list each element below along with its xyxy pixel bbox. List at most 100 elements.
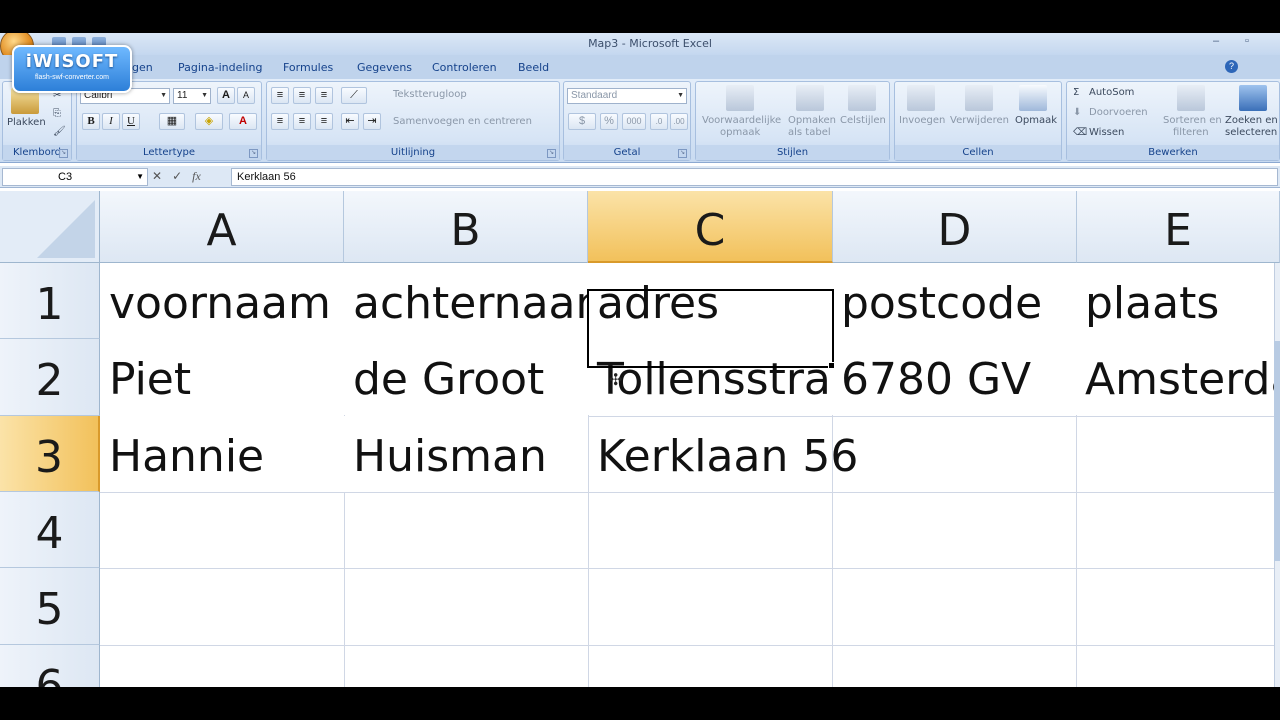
align-center-icon[interactable]: ≡	[293, 113, 311, 130]
fill-handle[interactable]	[828, 362, 835, 369]
wrap-text-button[interactable]: Tekstterugloop	[393, 89, 467, 100]
align-top-icon[interactable]: ≡	[271, 87, 289, 104]
format-cells-icon[interactable]	[1019, 85, 1047, 111]
copy-icon[interactable]: ⎘	[53, 108, 61, 119]
cell-e2[interactable]: Amsterdam	[1076, 339, 1274, 415]
getal-launcher[interactable]: ↘	[678, 149, 687, 158]
sort-filter-icon[interactable]	[1177, 85, 1205, 111]
cell-b2[interactable]: de Groot	[344, 339, 588, 415]
cell-a3[interactable]: Hannie	[100, 416, 344, 492]
sort-filter-button[interactable]: Sorteren en	[1163, 115, 1222, 126]
tab-gegevens[interactable]: Gegevens	[357, 61, 412, 74]
align-right-icon[interactable]: ≡	[315, 113, 333, 130]
delete-button[interactable]: Verwijderen	[950, 115, 1009, 126]
select-all-button[interactable]	[0, 191, 100, 263]
cell-b1[interactable]: achternaam	[344, 263, 588, 339]
currency-icon[interactable]: $	[568, 113, 596, 130]
row-header-3[interactable]: 3	[0, 416, 100, 492]
decrease-indent-icon[interactable]: ⇤	[341, 113, 359, 130]
lettertype-launcher[interactable]: ↘	[249, 149, 258, 158]
cell-c2[interactable]: Tollensstraat	[588, 339, 832, 415]
clear-button[interactable]: Wissen	[1089, 127, 1124, 138]
format-as-table-button[interactable]: Opmaken	[788, 115, 836, 126]
row-header-6[interactable]: 6	[0, 645, 100, 687]
number-format-select[interactable]: Standaard ▼	[567, 88, 687, 104]
tab-formules[interactable]: Formules	[283, 61, 333, 74]
fill-color-button[interactable]: ◈	[195, 113, 223, 130]
sort-filter-line2: filteren	[1173, 127, 1209, 138]
percent-button[interactable]: %	[600, 113, 618, 130]
shrink-font-button[interactable]: A	[237, 87, 255, 104]
tab-controleren[interactable]: Controleren	[432, 61, 497, 74]
cell-c3[interactable]: Kerklaan 56	[588, 416, 858, 492]
paste-button[interactable]: Plakken	[7, 117, 46, 128]
number-format-value: Standaard	[571, 90, 618, 101]
cell-a2[interactable]: Piet	[100, 339, 344, 415]
cell-e1[interactable]: plaats	[1076, 263, 1274, 339]
font-size-select[interactable]: 11 ▼	[173, 88, 211, 104]
row-header-5[interactable]: 5	[0, 568, 100, 645]
grow-font-button[interactable]: A	[217, 87, 235, 104]
sigma-icon[interactable]: Σ	[1073, 87, 1079, 98]
cancel-icon[interactable]: ✕	[152, 169, 162, 184]
italic-button[interactable]: I	[102, 113, 120, 130]
insert-cells-icon[interactable]	[907, 85, 935, 111]
format-button[interactable]: Opmaak	[1015, 115, 1057, 126]
align-middle-icon[interactable]: ≡	[293, 87, 311, 104]
orientation-icon[interactable]: ⟋	[341, 87, 367, 104]
cell-b3[interactable]: Huisman	[344, 416, 588, 492]
formula-input[interactable]: Kerklaan 56	[231, 168, 1278, 186]
scrollbar-thumb[interactable]	[1274, 341, 1280, 561]
decrease-decimal-icon[interactable]: .00	[670, 113, 688, 130]
column-header-c[interactable]: C	[588, 191, 833, 263]
column-header-d[interactable]: D	[833, 191, 1077, 263]
uitlijning-launcher[interactable]: ↘	[547, 149, 556, 158]
tab-beeld[interactable]: Beeld	[518, 61, 549, 74]
insert-button[interactable]: Invoegen	[899, 115, 945, 126]
increase-indent-icon[interactable]: ⇥	[363, 113, 381, 130]
eraser-icon[interactable]: ⌫	[1073, 127, 1087, 138]
border-button[interactable]: ▦	[159, 113, 185, 130]
merge-center-button[interactable]: Samenvoegen en centreren	[393, 116, 532, 127]
insert-function-icon[interactable]: fx	[192, 169, 201, 184]
format-as-table-icon[interactable]	[796, 85, 824, 111]
row-header-1[interactable]: 1	[0, 263, 100, 339]
cell-styles-button[interactable]: Celstijlen	[840, 115, 886, 126]
find-select-button[interactable]: Zoeken en	[1225, 115, 1278, 126]
cell-a1[interactable]: voornaam	[100, 263, 344, 339]
enter-icon[interactable]: ✓	[172, 169, 182, 184]
name-box[interactable]: C3 ▼	[2, 168, 148, 186]
binoculars-icon[interactable]	[1239, 85, 1267, 111]
autosum-button[interactable]: AutoSom	[1089, 87, 1134, 98]
font-color-button[interactable]: A	[229, 113, 257, 130]
row-header-2[interactable]: 2	[0, 339, 100, 416]
bold-button[interactable]: B	[82, 113, 100, 130]
cell-d2[interactable]: 6780 GV	[832, 339, 1076, 415]
cell-styles-icon[interactable]	[848, 85, 876, 111]
tab-pagina-indeling[interactable]: Pagina-indeling	[178, 61, 262, 74]
increase-decimal-icon[interactable]: .0	[650, 113, 668, 130]
column-header-b[interactable]: B	[344, 191, 588, 263]
group-bewerken: Σ AutoSom ⬇ Doorvoeren ⌫ Wissen Sorteren…	[1066, 81, 1280, 161]
fill-down-icon[interactable]: ⬇	[1073, 107, 1081, 118]
tab-start[interactable]: gen	[132, 61, 153, 74]
align-left-icon[interactable]: ≡	[271, 113, 289, 130]
column-header-e[interactable]: E	[1077, 191, 1280, 263]
thousands-button[interactable]: 000	[622, 113, 646, 130]
help-icon[interactable]: ?	[1225, 60, 1238, 73]
row-header-4[interactable]: 4	[0, 492, 100, 568]
column-header-a[interactable]: A	[100, 191, 344, 263]
conditional-formatting-button[interactable]: Voorwaardelijke	[702, 115, 781, 126]
underline-button[interactable]: U	[122, 113, 140, 130]
format-painter-icon[interactable]: 🖌	[53, 126, 66, 137]
cell-d1[interactable]: postcode	[832, 263, 1076, 339]
align-bottom-icon[interactable]: ≡	[315, 87, 333, 104]
delete-cells-icon[interactable]	[965, 85, 993, 111]
conditional-formatting-icon[interactable]	[726, 85, 754, 111]
fill-button[interactable]: Doorvoeren	[1089, 107, 1148, 118]
klembord-launcher[interactable]: ↘	[59, 149, 68, 158]
vertical-scrollbar[interactable]	[1274, 263, 1280, 687]
restore-button[interactable]: ▫	[1245, 35, 1249, 47]
minimize-button[interactable]: –	[1213, 35, 1219, 47]
cell-c1[interactable]: adres	[588, 263, 832, 339]
